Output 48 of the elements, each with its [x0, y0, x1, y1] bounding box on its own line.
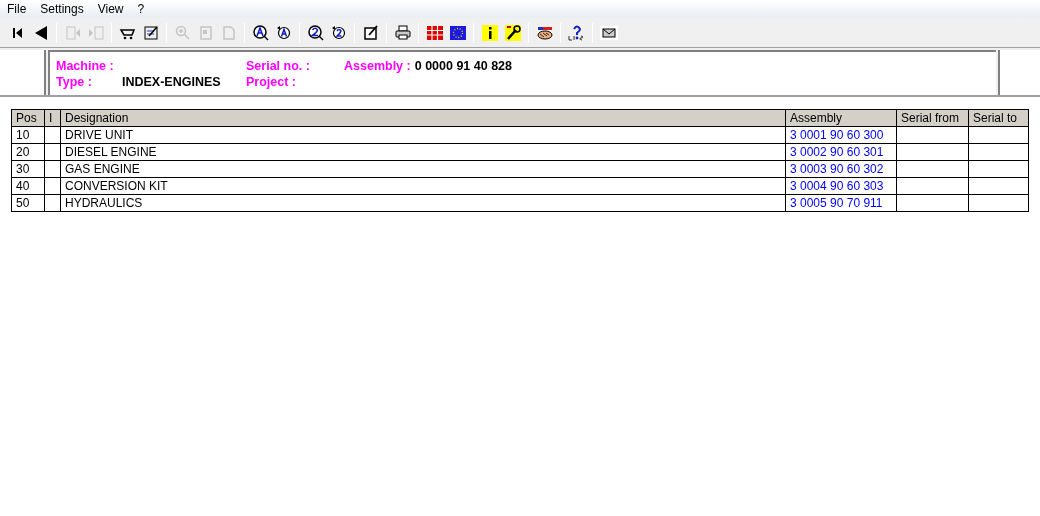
assembly-value: 0 0000 91 40 828	[414, 58, 513, 73]
side-panel	[998, 50, 1040, 95]
assembly-link[interactable]: 3 0005 90 70 911	[785, 194, 897, 212]
type-value: INDEX-ENGINES	[122, 74, 222, 89]
side-panel	[0, 50, 46, 95]
checklist-icon	[141, 23, 160, 42]
assembly-link[interactable]: 3 0003 90 60 302	[785, 160, 897, 178]
mail-icon	[599, 23, 618, 42]
table-cell: CONVERSION KIT	[60, 177, 786, 195]
table-cell: 30	[11, 160, 45, 178]
wrench-icon	[503, 23, 522, 42]
assembly-link[interactable]: 3 0004 90 60 303	[785, 177, 897, 195]
info-icon	[480, 23, 499, 42]
document-forward-icon	[86, 23, 105, 42]
table-cell: HYDRAULICS	[60, 194, 786, 212]
menu-item[interactable]: Settings	[36, 0, 88, 18]
number-search-icon	[306, 23, 325, 42]
assembly-link[interactable]: 3 0002 90 60 301	[785, 143, 897, 161]
grid-icon	[425, 23, 444, 42]
table-cell: 40	[11, 177, 45, 195]
table-cell: 50	[11, 194, 45, 212]
assembly-link[interactable]: 3 0001 90 60 300	[785, 126, 897, 144]
column-header: Assembly	[785, 109, 897, 127]
column-header: Pos	[11, 109, 45, 127]
letter-search-icon	[251, 23, 270, 42]
table-cell: DRIVE UNIT	[60, 126, 786, 144]
notepad-icon	[361, 23, 380, 42]
assembly-label: Assembly :	[344, 58, 411, 73]
menu-item[interactable]: File	[3, 0, 31, 18]
serial-label: Serial no. :	[246, 58, 311, 73]
column-header: I	[44, 109, 61, 127]
menu-item[interactable]: ?	[133, 0, 149, 18]
document-back-icon	[63, 23, 82, 42]
table-cell: 20	[11, 143, 45, 161]
printer-icon	[393, 23, 412, 42]
menu-item[interactable]: View	[93, 0, 128, 18]
zoom-in-icon	[173, 23, 192, 42]
column-header: Serial to	[968, 109, 1029, 127]
column-header: Serial from	[896, 109, 969, 127]
table-cell: DIESEL ENGINE	[60, 143, 786, 161]
column-header: Designation	[60, 109, 786, 127]
flag-icon	[448, 23, 467, 42]
type-label: Type :	[56, 74, 93, 89]
table-cell: 10	[11, 126, 45, 144]
project-label: Project :	[246, 74, 296, 89]
machine-label: Machine :	[56, 58, 115, 73]
table-cell: GAS ENGINE	[60, 160, 786, 178]
help-icon	[567, 23, 586, 42]
